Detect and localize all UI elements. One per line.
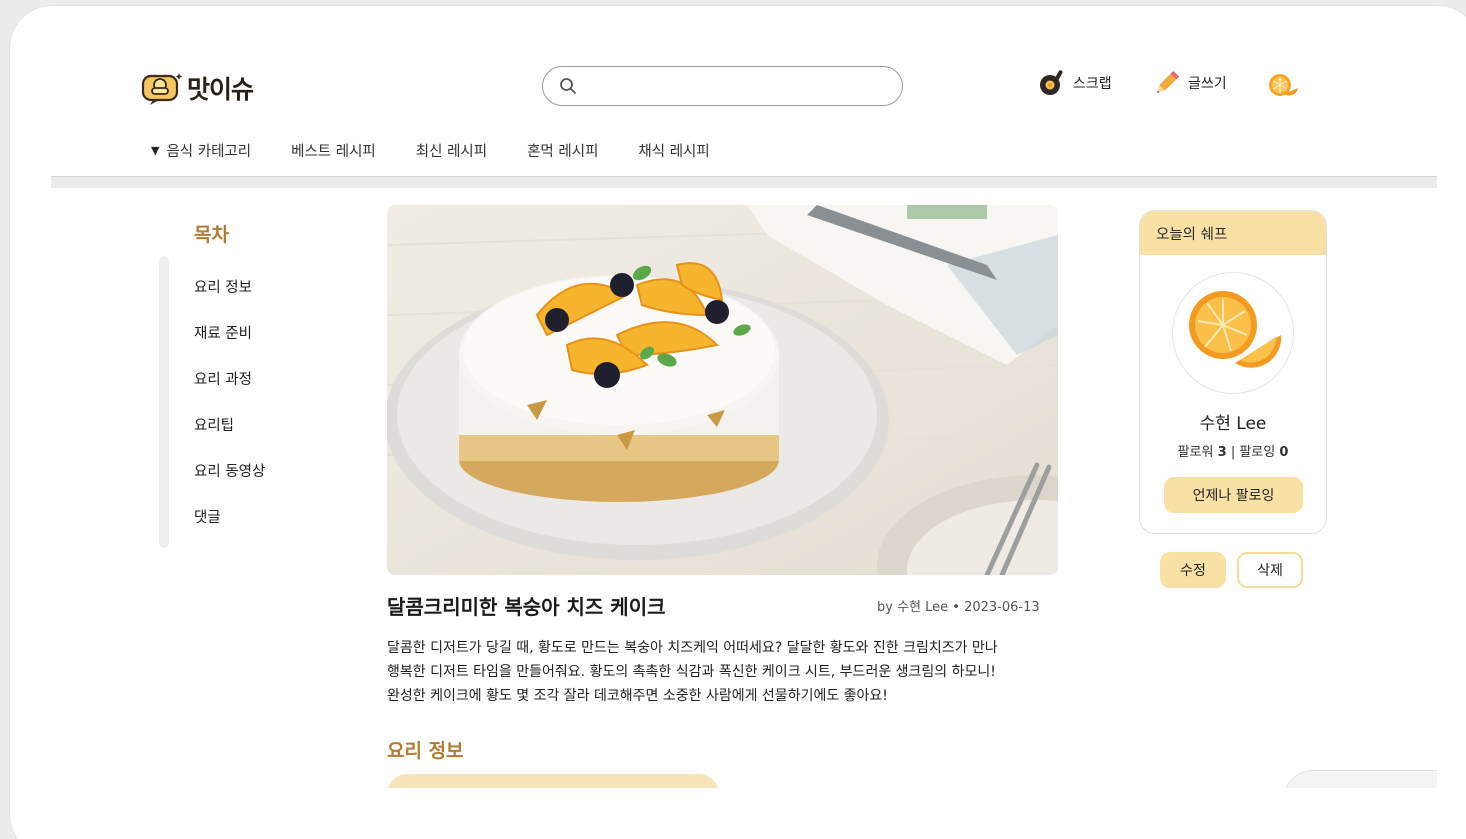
recipe-byline: by 수현 Lee • 2023-06-13 bbox=[877, 600, 1040, 615]
floating-widget[interactable] bbox=[1283, 770, 1437, 788]
write-button[interactable]: 글쓰기 bbox=[1152, 68, 1227, 98]
description-line: 달콤한 디저트가 당길 때, 황도로 만드는 복숭아 치즈케익 어떠세요? 달달… bbox=[387, 640, 998, 656]
recipe-hero-image bbox=[387, 205, 1058, 575]
toc-item-steps[interactable]: 요리 과정 bbox=[194, 368, 265, 414]
logo-text: 맛이슈 bbox=[187, 75, 254, 104]
write-label: 글쓰기 bbox=[1188, 76, 1227, 92]
user-profile-button[interactable] bbox=[1266, 72, 1300, 104]
delete-button[interactable]: 삭제 bbox=[1237, 552, 1303, 588]
site-logo[interactable]: 맛이슈 bbox=[141, 70, 254, 106]
description-line: 행복한 디저트 타임을 만들어줘요. 황도의 촉촉한 식감과 폭신한 케이크 시… bbox=[387, 664, 996, 680]
chef-card-title: 오늘의 쉐프 bbox=[1140, 211, 1326, 255]
toc-scroll-track bbox=[159, 256, 169, 548]
orange-avatar-icon bbox=[1269, 74, 1298, 96]
toc-title: 목차 bbox=[194, 224, 229, 246]
logo-icon bbox=[141, 73, 183, 105]
nav-item-solo[interactable]: 혼먹 레시피 bbox=[527, 140, 598, 161]
following-count: 0 bbox=[1279, 445, 1289, 460]
followers-label: 팔로워 bbox=[1177, 445, 1214, 460]
cooking-info-title: 요리 정보 bbox=[387, 740, 464, 762]
nav-item-vegan[interactable]: 채식 레시피 bbox=[638, 140, 709, 161]
toc-item-tips[interactable]: 요리팁 bbox=[194, 414, 265, 460]
following-label: 팔로잉 bbox=[1239, 445, 1276, 460]
orange-avatar-icon bbox=[1189, 291, 1282, 368]
search-bar[interactable] bbox=[542, 66, 903, 106]
main-nav: ▼ 음식 카테고리 베스트 레시피 최신 레시피 혼먹 레시피 채식 레시피 bbox=[151, 140, 750, 161]
toc-item-info[interactable]: 요리 정보 bbox=[194, 276, 265, 322]
todays-chef-card: 오늘의 쉐프 수현 Lee 팔로워 3 | 팔로잉 0 언제나 팔로잉 bbox=[1139, 210, 1327, 534]
page-viewport: 맛이슈 스크랩 글쓰기 ▼ 음식 카테고리 베스트 레시피 최신 레시피 혼먹 … bbox=[51, 48, 1437, 788]
search-icon bbox=[559, 77, 577, 99]
description-line: 완성한 케이크에 황도 몇 조각 잘라 데코해주면 소중한 사람에게 선물하기에… bbox=[387, 688, 888, 704]
scrap-label: 스크랩 bbox=[1073, 76, 1112, 92]
toc-item-ingredients[interactable]: 재료 준비 bbox=[194, 322, 265, 368]
cooking-info-bar bbox=[387, 774, 719, 788]
header-divider bbox=[51, 176, 1437, 188]
follow-button[interactable]: 언제나 팔로잉 bbox=[1164, 477, 1303, 513]
nav-item-latest[interactable]: 최신 레시피 bbox=[416, 140, 487, 161]
chef-name: 수현 Lee bbox=[1199, 414, 1267, 434]
nav-category-dropdown[interactable]: ▼ 음식 카테고리 bbox=[151, 140, 251, 161]
frying-pan-icon bbox=[1040, 70, 1063, 95]
recipe-description: 달콤한 디저트가 당길 때, 황도로 만드는 복숭아 치즈케익 어떠세요? 달달… bbox=[387, 636, 1067, 708]
followers-count: 3 bbox=[1217, 445, 1227, 460]
scrap-button[interactable]: 스크랩 bbox=[1037, 68, 1112, 98]
toc-item-comments[interactable]: 댓글 bbox=[194, 506, 265, 552]
nav-item-best[interactable]: 베스트 레시피 bbox=[291, 140, 376, 161]
chef-avatar[interactable] bbox=[1172, 272, 1294, 394]
app-window: 맛이슈 스크랩 글쓰기 ▼ 음식 카테고리 베스트 레시피 최신 레시피 혼먹 … bbox=[10, 6, 1466, 839]
nav-category-label: 음식 카테고리 bbox=[166, 144, 252, 160]
toc-list: 요리 정보 재료 준비 요리 과정 요리팁 요리 동영상 댓글 bbox=[194, 276, 265, 552]
edit-button[interactable]: 수정 bbox=[1160, 552, 1226, 588]
chef-follow-stats: 팔로워 3 | 팔로잉 0 bbox=[1140, 441, 1326, 460]
recipe-title: 달콤크리미한 복숭아 치즈 케이크 bbox=[387, 595, 666, 619]
triangle-down-icon: ▼ bbox=[151, 144, 160, 157]
toc-item-video[interactable]: 요리 동영상 bbox=[194, 460, 265, 506]
pencil-icon bbox=[1157, 70, 1180, 93]
search-input[interactable] bbox=[587, 73, 887, 99]
